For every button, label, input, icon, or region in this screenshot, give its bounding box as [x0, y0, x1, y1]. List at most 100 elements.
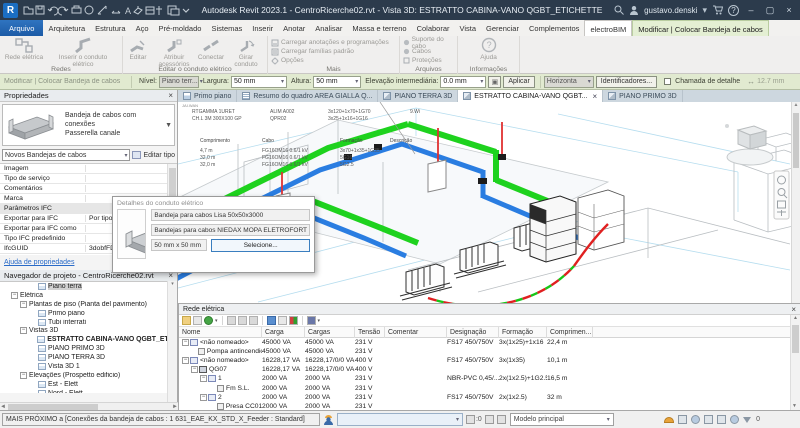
phase-balance-icon[interactable]	[289, 316, 298, 325]
minimize-button[interactable]: –	[744, 5, 758, 15]
select-links-icon[interactable]	[704, 415, 713, 424]
exclude-options-icon[interactable]	[678, 415, 687, 424]
circuit-row[interactable]: Pompa antincendio 1 45000 VA 45000 VA 23…	[179, 347, 800, 356]
chevron-down-icon[interactable]: ▼	[165, 122, 174, 129]
view-tab[interactable]: Resumo do quadro AREA GIALLA Q...	[237, 90, 378, 102]
select-pinned-icon[interactable]	[717, 415, 726, 424]
browser-tree-item[interactable]: −Elétrica	[0, 291, 177, 300]
expander-icon[interactable]: −	[11, 292, 18, 299]
viewcube[interactable]	[725, 124, 773, 165]
select-icon[interactable]	[278, 316, 287, 325]
select-by-face-icon[interactable]	[730, 415, 739, 424]
browser-tree-item[interactable]: ESTRATTO CABINA-VANO QGBT_ETICH	[0, 335, 177, 344]
browser-tree-item[interactable]: Vista 3D 1	[0, 362, 177, 371]
browser-vertical-scrollbar[interactable]: ▾	[167, 281, 177, 402]
ribbon-tab[interactable]: Complementos	[524, 20, 584, 36]
cart-icon[interactable]	[712, 5, 723, 15]
cabos-button[interactable]: Cabos	[400, 47, 457, 56]
ribbon-tab[interactable]: Estrutura	[90, 20, 130, 36]
ribbon-tab[interactable]: Anotar	[278, 20, 310, 36]
ribbon-tab[interactable]: Aço	[131, 20, 154, 36]
expander-icon[interactable]: −	[182, 339, 189, 346]
ribbon-tab[interactable]: Arquitetura	[43, 20, 90, 36]
type-selector[interactable]: Bandeja de cabos com conexõesPasserella …	[2, 104, 175, 146]
search-icon[interactable]	[227, 316, 236, 325]
expander-icon[interactable]: −	[20, 301, 27, 308]
circuit-row[interactable]: Fm S.L. 2000 VA 2000 VA 231 V	[179, 383, 800, 392]
circuit-row[interactable]: −1 2000 VA 2000 VA 231 V NBR-PVC 0,45/..…	[179, 374, 800, 383]
ribbon-tab[interactable]: Vista	[455, 20, 482, 36]
browser-horizontal-scrollbar[interactable]: ◄►	[0, 402, 178, 410]
protecoes-button[interactable]: Proteções	[400, 56, 457, 65]
ribbon-tab[interactable]: Massa e terreno	[347, 20, 411, 36]
expander-icon[interactable]: −	[20, 372, 27, 379]
plug-icon[interactable]	[193, 316, 202, 325]
editar-tipo-button[interactable]: Editar tipo	[132, 151, 175, 159]
properties-help-link[interactable]: Ajuda de propriedades	[4, 259, 74, 266]
user-name[interactable]: gustavo.denski	[644, 6, 697, 15]
browser-tree-item[interactable]: Tubi interrati	[0, 318, 177, 327]
selecione-button[interactable]: Selecione...	[211, 239, 310, 252]
worksharing-display-icon[interactable]	[485, 415, 494, 424]
expander-icon[interactable]: −	[200, 375, 207, 382]
browser-tree-item[interactable]: Nord - Elett	[0, 389, 177, 393]
new-circuit-icon[interactable]	[182, 316, 191, 325]
ribbon-tab[interactable]: Colaborar	[412, 20, 455, 36]
ribbon-tab[interactable]: Pré-moldado	[154, 20, 207, 36]
expander-icon[interactable]: −	[200, 394, 207, 401]
browser-tree-item[interactable]: −Elevações (Prospetto edificio)	[0, 371, 177, 380]
browser-tree-item[interactable]: Est - Elett	[0, 380, 177, 389]
expander-icon[interactable]: −	[182, 357, 189, 364]
ribbon-tab[interactable]: Modificar | Colocar Bandeja de cabos	[632, 20, 769, 36]
browser-tree-item[interactable]: Piano terra	[0, 282, 177, 291]
browser-tree-item[interactable]: PIANO TERRA 3D	[0, 353, 177, 362]
circuit-row[interactable]: −<não nomeado> 16228,17 VA 16228,17/0/0 …	[179, 356, 800, 365]
editable-only-icon[interactable]	[466, 415, 475, 424]
workset-select[interactable]: ▾	[337, 413, 463, 426]
browser-tree-item[interactable]: −Plantas de piso (Pianta del pavimento)	[0, 300, 177, 309]
sync-icon[interactable]	[267, 316, 276, 325]
close-tab-icon[interactable]: ×	[592, 92, 597, 101]
quick-access-toolbar[interactable]: A	[22, 3, 190, 17]
navigation-bar[interactable]	[774, 171, 789, 219]
browser-tree-item[interactable]: −Vistas 3D	[0, 326, 177, 335]
chamada-detalhe-checkbox[interactable]	[664, 78, 671, 85]
conectar-button[interactable]: Conectar	[195, 36, 227, 69]
ribbon-tab[interactable]: Sistemas	[206, 20, 247, 36]
orientacao-select[interactable]: Horizonta▾	[544, 76, 594, 88]
carregar-anotacoes-button[interactable]: Carregar anotações e programações	[268, 38, 399, 47]
worker-icon[interactable]	[323, 414, 334, 425]
circuit-row[interactable]: −QG07 16228,17 VA 16228,17/0/0 VA 400 V	[179, 365, 800, 374]
close-icon[interactable]: ×	[168, 91, 173, 100]
search-down-icon[interactable]	[249, 316, 258, 325]
revit-logo-icon[interactable]: R	[3, 3, 18, 18]
filter-icon[interactable]	[743, 417, 751, 423]
pick-elevation-icon[interactable]: ▣	[488, 76, 501, 88]
type-dropdown[interactable]: Novos Bandejas de cabos▾	[2, 149, 130, 161]
panel-vertical-scrollbar[interactable]: ▲▼	[790, 315, 800, 410]
worksets-dialog-icon[interactable]	[497, 415, 506, 424]
power-on-icon[interactable]	[204, 316, 213, 325]
chevron-down-icon[interactable]: ▾	[215, 318, 218, 324]
carregar-familias-button[interactable]: Carregar famílias padrão	[268, 47, 399, 56]
close-icon[interactable]: ×	[791, 305, 796, 314]
ribbon-tab[interactable]: electroBIM	[584, 20, 632, 36]
view-tab[interactable]: ESTRATTO CABINA-VANO QGBT...×	[458, 90, 603, 102]
active-only-icon[interactable]	[664, 417, 674, 423]
columns-icon[interactable]	[307, 316, 316, 325]
search-up-icon[interactable]	[238, 316, 247, 325]
aplicar-button[interactable]: Aplicar	[503, 76, 534, 88]
press-drag-icon[interactable]	[691, 415, 700, 424]
user-icon[interactable]	[629, 5, 639, 15]
circuit-row[interactable]: −2 2000 VA 2000 VA 231 V FS17 450/750V 2…	[179, 393, 800, 402]
expander-icon[interactable]: −	[191, 366, 198, 373]
restore-button[interactable]: ▢	[763, 5, 777, 16]
view-tab[interactable]: PIANO PRIMO 3D	[603, 90, 683, 102]
editar-button[interactable]: Editar	[123, 36, 153, 69]
girar-conduto-button[interactable]: Girar conduto	[227, 36, 265, 69]
search-icon[interactable]	[614, 5, 624, 15]
altura-input[interactable]: 50 mm▾	[313, 76, 361, 88]
view-tab[interactable]: Primo piano	[178, 90, 237, 102]
expander-icon[interactable]: −	[20, 327, 27, 334]
inserir-conduto-button[interactable]: Inserir o conduto elétrico	[48, 36, 118, 69]
